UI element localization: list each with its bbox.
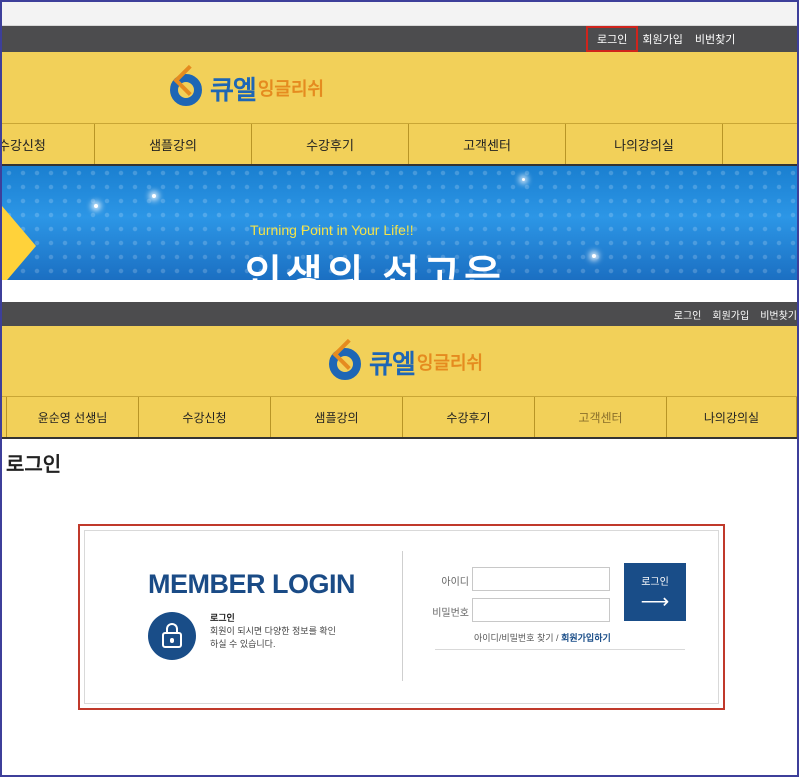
logo-text: 큐엘 <box>369 348 416 379</box>
utility-bar: 로그인 회원가입 비번찾기 <box>2 302 797 326</box>
site-logo[interactable]: 큐엘 잉글리쉬 <box>168 64 325 108</box>
site-logo[interactable]: 큐엘 잉글리쉬 <box>327 338 484 382</box>
logo-q-icon <box>327 338 367 382</box>
login-button[interactable]: 로그인 ⟶ <box>624 563 686 621</box>
password-input[interactable] <box>472 598 610 622</box>
password-label: 비밀번호 <box>432 608 469 619</box>
banner-tagline: Turning Point in Your Life!! <box>250 222 414 238</box>
bottom-panel: 로그인 회원가입 비번찾기 큐엘 잉글리쉬 윤순영 선생님 수강신청 샘플강의 … <box>2 302 797 775</box>
nav-item-enroll[interactable]: 수강신청 <box>138 397 270 437</box>
signup-link[interactable]: 회원가입 <box>712 307 749 322</box>
helper-underline <box>435 649 685 650</box>
link-separator: / <box>556 633 559 643</box>
nav-item-sample[interactable]: 샘플강의 <box>95 124 252 164</box>
panel-divider <box>402 551 403 681</box>
site-header: 큐엘 잉글리쉬 <box>2 52 797 124</box>
find-password-link[interactable]: 비번찾기 <box>760 307 797 322</box>
logo-subtext: 잉글리쉬 <box>416 353 484 373</box>
page-title: 로그인 <box>6 454 62 476</box>
login-subheading: 로그인 <box>210 613 235 623</box>
login-highlight-frame: MEMBER LOGIN 로그인 회원이 되시면 다양한 정보를 확인하실 수 … <box>78 524 725 710</box>
main-nav: 윤순영 선생님 수강신청 샘플강의 수강후기 고객센터 나의강의실 <box>2 397 797 439</box>
find-password-link[interactable]: 비번찾기 <box>695 31 735 47</box>
logo-subtext: 잉글리쉬 <box>257 79 325 99</box>
lock-icon <box>148 612 196 660</box>
find-account-link[interactable]: 아이디/비밀번호 찾기 <box>474 633 554 643</box>
nav-item-support[interactable]: 고객센터 <box>534 397 666 437</box>
nav-item-enroll[interactable]: 수강신청 <box>2 124 95 164</box>
join-link[interactable]: 회원가입하기 <box>561 633 611 643</box>
login-link[interactable]: 로그인 <box>674 307 702 322</box>
login-link[interactable]: 로그인 <box>586 26 639 52</box>
banner-decoration <box>2 206 36 280</box>
nav-item-review[interactable]: 수강후기 <box>252 124 409 164</box>
id-label: 아이디 <box>441 577 469 588</box>
nav-item-review[interactable]: 수강후기 <box>402 397 534 437</box>
nav-item-sample[interactable]: 샘플강의 <box>270 397 402 437</box>
utility-bar: 로그인 회원가입 비번찾기 <box>2 26 797 52</box>
arrow-right-icon: ⟶ <box>640 590 670 613</box>
login-panel: MEMBER LOGIN 로그인 회원이 되시면 다양한 정보를 확인하실 수 … <box>84 530 719 704</box>
nav-item-mycourses[interactable]: 나의강의실 <box>666 397 797 437</box>
site-header: 큐엘 잉글리쉬 <box>2 326 797 397</box>
banner-headline: 인생의 선고은 <box>245 253 505 280</box>
login-helper-links: 아이디/비밀번호 찾기 / 회원가입하기 <box>474 631 611 644</box>
login-button-label: 로그인 <box>641 576 669 588</box>
nav-item-support[interactable]: 고객센터 <box>409 124 566 164</box>
signup-link[interactable]: 회원가입 <box>642 31 682 47</box>
hero-banner: Turning Point in Your Life!! 인생의 선고은 <box>2 166 797 280</box>
top-panel: 로그인 회원가입 비번찾기 큐엘 잉글리쉬 수강신청 샘플강의 수강후기 고객센… <box>2 2 797 280</box>
member-login-heading: MEMBER LOGIN <box>148 569 356 599</box>
login-description: 회원이 되시면 다양한 정보를 확인하실 수 있습니다. <box>210 626 336 649</box>
logo-q-icon <box>168 64 208 108</box>
nav-item-mycourses[interactable]: 나의강의실 <box>566 124 723 164</box>
browser-bar <box>2 2 797 26</box>
main-nav: 수강신청 샘플강의 수강후기 고객센터 나의강의실 <box>2 124 797 166</box>
logo-text: 큐엘 <box>210 74 257 105</box>
id-input[interactable] <box>472 567 610 591</box>
nav-item-teacher[interactable]: 윤순영 선생님 <box>6 397 138 437</box>
